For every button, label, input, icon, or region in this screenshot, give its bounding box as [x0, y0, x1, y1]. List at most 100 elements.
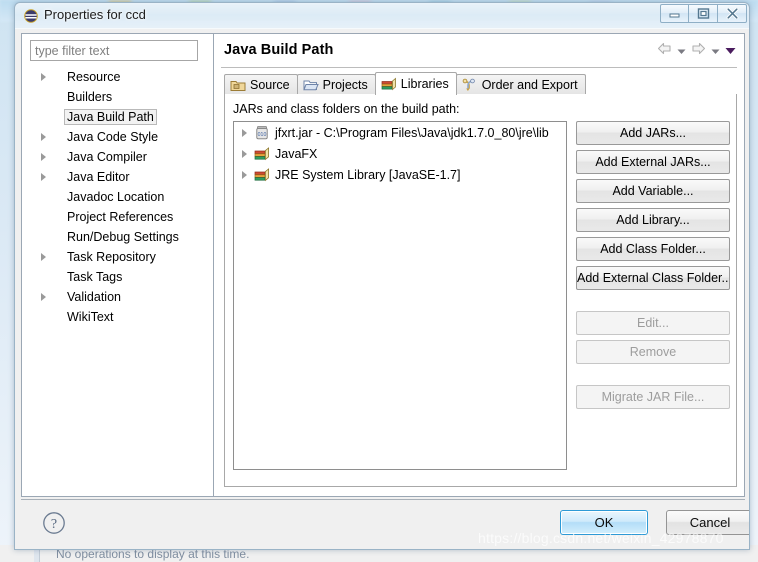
list-item-label: JRE System Library [JavaSE-1.7]: [275, 167, 461, 182]
sidebar-item-label: Resource: [67, 70, 121, 84]
sidebar-item-java-compiler[interactable]: Java Compiler: [22, 147, 213, 167]
sidebar-item-label: Project References: [67, 210, 174, 224]
add-external-class-folder-button[interactable]: Add External Class Folder...: [576, 266, 730, 290]
sidebar-item-java-editor[interactable]: Java Editor: [22, 167, 213, 187]
order-export-icon: [462, 78, 478, 92]
add-variable-button[interactable]: Add Variable...: [576, 179, 730, 203]
dialog-body: Resource Builders Java Build Path Java C…: [21, 33, 745, 497]
remove-button: Remove: [576, 340, 730, 364]
library-books-icon: [254, 167, 270, 183]
page-title: Java Build Path: [224, 42, 334, 58]
page-navigation-controls: [657, 42, 736, 60]
expand-arrow-icon[interactable]: [41, 133, 46, 141]
build-path-entries-tree: 010 jfxrt.jar - C:\Program Files\Java\jd…: [233, 121, 567, 470]
forward-dropdown-icon[interactable]: [711, 42, 720, 60]
sidebar-item-task-tags[interactable]: Task Tags: [22, 267, 213, 287]
expand-arrow-icon[interactable]: [41, 253, 46, 261]
expand-arrow-icon[interactable]: [242, 128, 247, 137]
list-item-label: JavaFX: [275, 146, 318, 161]
sidebar-item-label: Run/Debug Settings: [67, 230, 179, 244]
sidebar-item-java-build-path[interactable]: Java Build Path: [22, 107, 213, 127]
tab-label: Source: [250, 78, 290, 92]
sidebar-item-label: Java Code Style: [67, 130, 159, 144]
window-title: Properties for ccd: [44, 7, 146, 22]
expand-arrow-icon[interactable]: [41, 293, 46, 301]
add-jars-button[interactable]: Add JARs...: [576, 121, 730, 145]
sidebar-item-label: Builders: [67, 90, 113, 104]
library-books-icon: [381, 77, 397, 91]
back-dropdown-icon[interactable]: [677, 42, 686, 60]
sidebar-item-task-repository[interactable]: Task Repository: [22, 247, 213, 267]
jar-icon: 010: [254, 125, 270, 141]
tab-label: Order and Export: [481, 78, 578, 92]
tab-libraries[interactable]: Libraries: [374, 72, 457, 95]
expand-arrow-icon[interactable]: [41, 173, 46, 181]
sidebar-item-label: Java Editor: [67, 170, 130, 184]
preference-page: Java Build Path Source Projects Librarie…: [215, 34, 744, 496]
expand-arrow-icon[interactable]: [242, 149, 247, 158]
sidebar-item-label: WikiText: [67, 310, 114, 324]
filter-input[interactable]: [30, 40, 198, 61]
tab-order-and-export[interactable]: Order and Export: [455, 74, 586, 95]
migrate-jar-file-button: Migrate JAR File...: [576, 385, 730, 409]
sidebar-item-project-references[interactable]: Project References: [22, 207, 213, 227]
add-external-jars-button[interactable]: Add External JARs...: [576, 150, 730, 174]
sidebar-item-label: Java Compiler: [67, 150, 147, 164]
maximize-button[interactable]: [689, 4, 718, 23]
properties-dialog: Properties for ccd type filter text Reso…: [14, 2, 750, 550]
eclipse-icon: [24, 9, 38, 23]
maximize-icon: [697, 8, 709, 19]
expand-arrow-icon[interactable]: [242, 170, 247, 179]
add-class-folder-button[interactable]: Add Class Folder...: [576, 237, 730, 261]
svg-text:010: 010: [258, 132, 267, 138]
settings-tree: Resource Builders Java Build Path Java C…: [22, 67, 213, 495]
cancel-button[interactable]: Cancel: [666, 510, 749, 535]
minimize-button[interactable]: [660, 4, 689, 23]
tab-label: Libraries: [400, 77, 449, 91]
tab-seam-mask: [225, 94, 736, 96]
sidebar-item-java-code-style[interactable]: Java Code Style: [22, 127, 213, 147]
window-controls: [660, 4, 747, 23]
list-item[interactable]: JavaFX: [234, 143, 566, 164]
expand-arrow-icon[interactable]: [41, 73, 46, 81]
add-library-button[interactable]: Add Library...: [576, 208, 730, 232]
title-separator: [221, 67, 737, 68]
back-arrow-icon[interactable]: [657, 42, 672, 60]
help-icon[interactable]: ?: [42, 511, 66, 535]
close-icon: [726, 8, 738, 19]
tab-source[interactable]: Source: [224, 74, 298, 95]
list-item[interactable]: JRE System Library [JavaSE-1.7]: [234, 164, 566, 185]
sidebar-item-wikitext[interactable]: WikiText: [22, 307, 213, 327]
sidebar-item-javadoc-location[interactable]: Javadoc Location: [22, 187, 213, 207]
libraries-caption: JARs and class folders on the build path…: [233, 102, 460, 116]
tab-label: Projects: [322, 78, 368, 92]
dialog-footer: ? OK Cancel: [21, 499, 749, 547]
settings-navigation-pane: Resource Builders Java Build Path Java C…: [22, 34, 214, 496]
libraries-tab-panel: JARs and class folders on the build path…: [224, 94, 737, 487]
tab-projects[interactable]: Projects: [296, 74, 376, 95]
library-books-icon: [254, 146, 270, 162]
ok-button[interactable]: OK: [560, 510, 648, 535]
sidebar-item-run-debug-settings[interactable]: Run/Debug Settings: [22, 227, 213, 247]
sidebar-item-label: Javadoc Location: [67, 190, 165, 204]
sidebar-item-label: Task Repository: [67, 250, 156, 264]
build-path-tabs: Source Projects Libraries Order and Expo…: [224, 72, 586, 95]
source-folder-icon: [230, 78, 246, 92]
sidebar-item-label: Validation: [67, 290, 121, 304]
open-folder-icon: [302, 78, 319, 92]
sidebar-item-validation[interactable]: Validation: [22, 287, 213, 307]
expand-arrow-icon[interactable]: [41, 153, 46, 161]
build-path-actions: Add JARs... Add External JARs... Add Var…: [576, 121, 730, 414]
svg-text:?: ?: [51, 517, 57, 532]
sidebar-item-builders[interactable]: Builders: [22, 87, 213, 107]
title-bar: Properties for ccd: [15, 3, 749, 29]
edit-button: Edit...: [576, 311, 730, 335]
sidebar-item-label: Java Build Path: [64, 109, 157, 125]
close-button[interactable]: [718, 4, 747, 23]
forward-arrow-icon[interactable]: [691, 42, 706, 60]
list-item[interactable]: 010 jfxrt.jar - C:\Program Files\Java\jd…: [234, 122, 566, 143]
sidebar-item-label: Task Tags: [67, 270, 123, 284]
view-menu-icon[interactable]: [725, 42, 736, 60]
sidebar-item-resource[interactable]: Resource: [22, 67, 213, 87]
list-item-label: jfxrt.jar - C:\Program Files\Java\jdk1.7…: [275, 125, 549, 140]
